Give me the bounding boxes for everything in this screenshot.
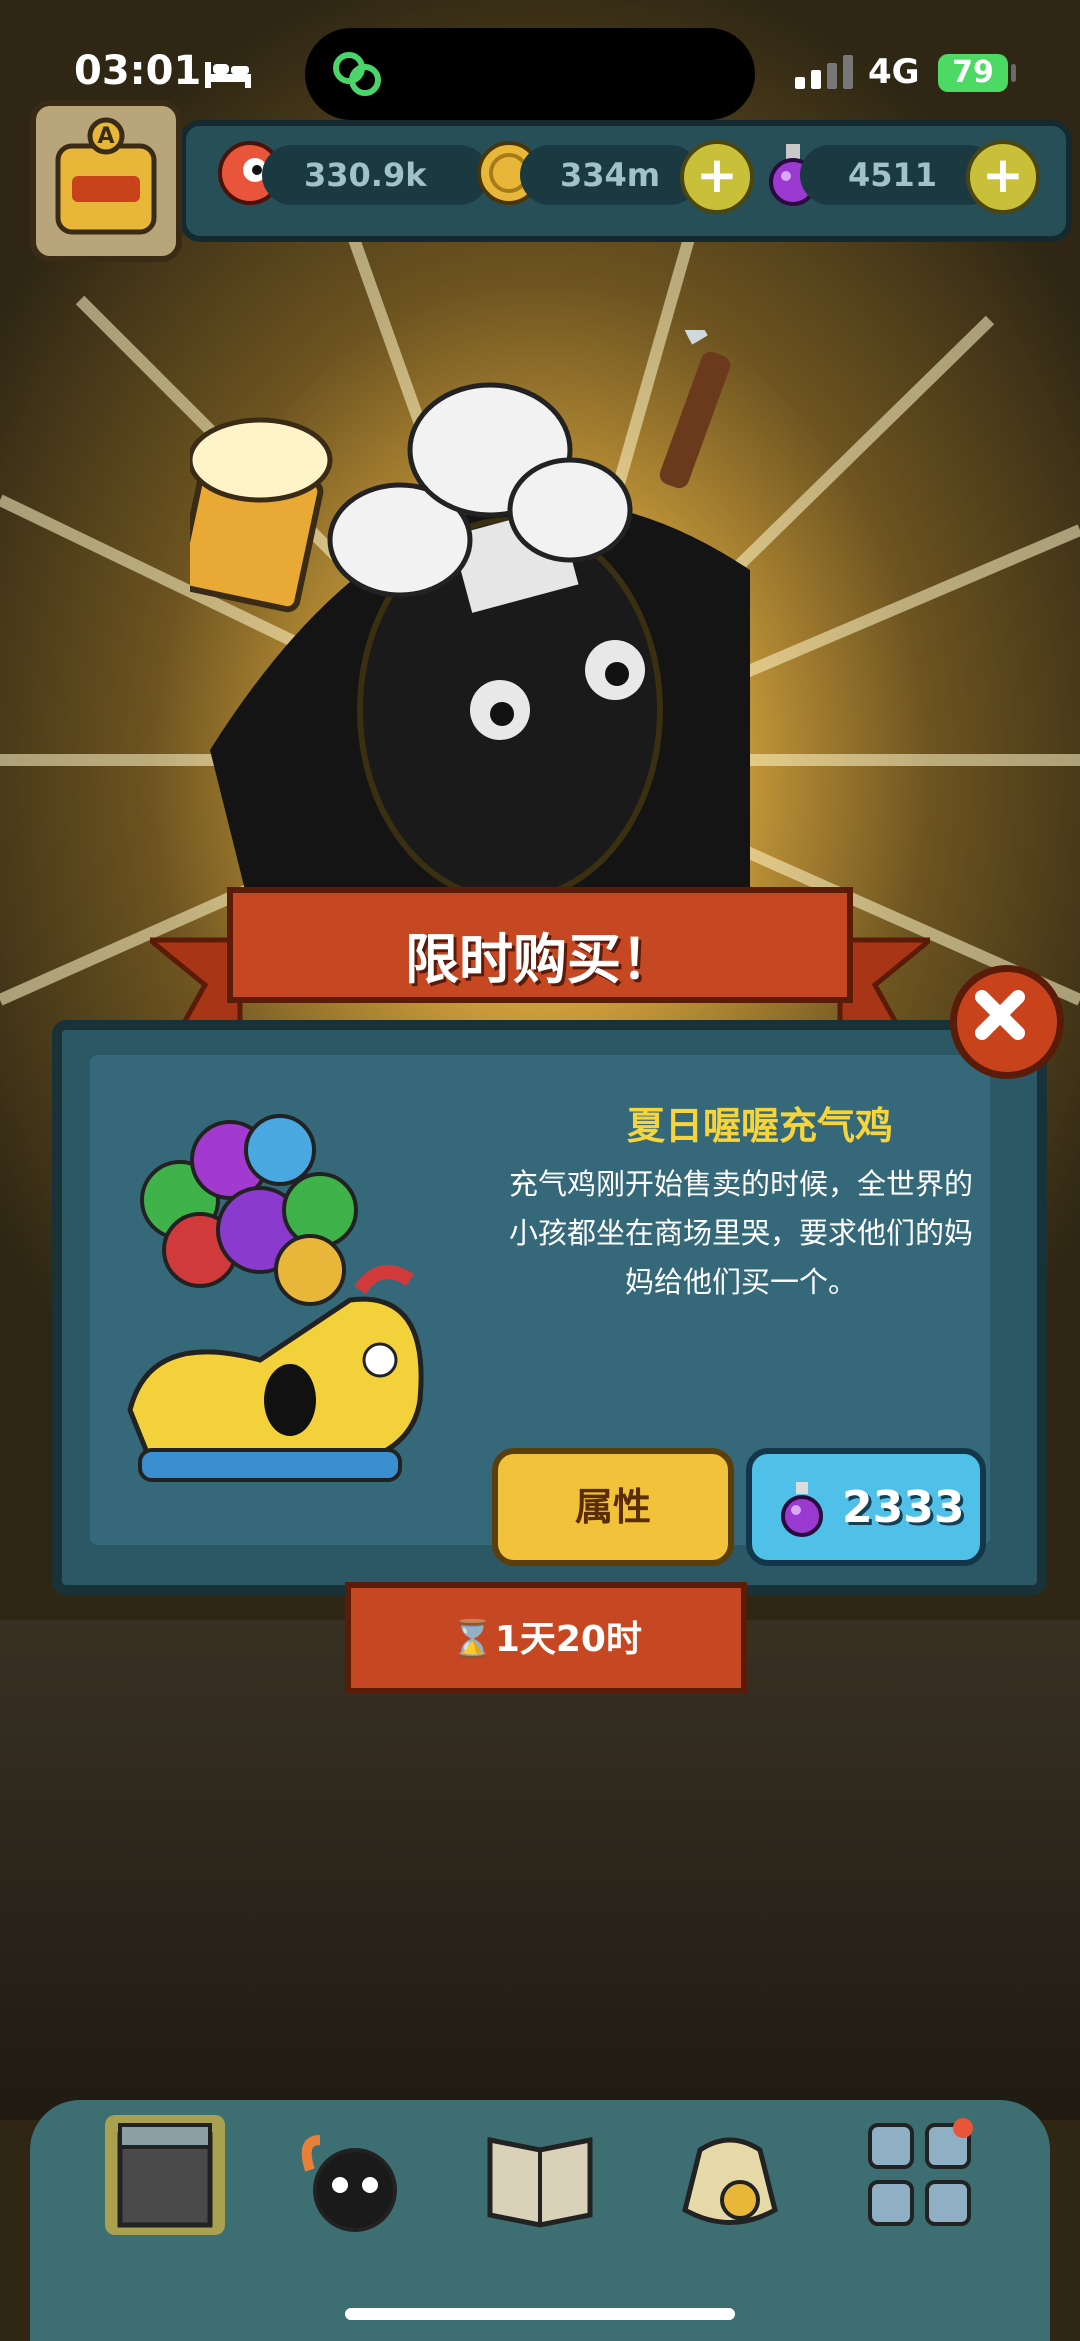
attributes-button[interactable]: 属性 <box>492 1448 734 1566</box>
add-coins-button[interactable]: + <box>680 140 754 214</box>
grid-nav-icon[interactable] <box>855 2110 985 2240</box>
offer-banner-title: 限时购买！ <box>405 928 675 991</box>
inflatable-chicken-item-image <box>127 1114 424 1482</box>
bag-nav-icon[interactable] <box>665 2110 795 2240</box>
shop-nav-icon[interactable] <box>100 2110 230 2240</box>
battery-tip <box>1011 64 1016 82</box>
item-description: 充气鸡刚开始售卖的时候，全世界的 小孩都坐在商场里哭，要求他们的妈 妈给他们买一… <box>498 1160 984 1307</box>
player-avatar[interactable]: A <box>30 100 182 262</box>
app-link-icon <box>333 52 381 96</box>
home-indicator[interactable] <box>345 2308 735 2320</box>
dynamic-island <box>305 28 755 120</box>
potion-icon <box>781 1482 823 1537</box>
offer-timer: ⌛1天20时 <box>345 1582 747 1694</box>
eyes-counter: 330.9k <box>262 145 489 205</box>
description-line: 充气鸡刚开始售卖的时候，全世界的 <box>508 1167 973 1201</box>
signal-icon <box>795 55 853 89</box>
buy-button[interactable]: 2333 <box>746 1448 986 1566</box>
coins-counter: 334m <box>520 145 700 205</box>
book-nav-icon[interactable] <box>475 2110 605 2240</box>
svg-text:A: A <box>97 124 114 149</box>
add-potions-button[interactable]: + <box>966 140 1040 214</box>
clock: 03:01 <box>74 48 202 94</box>
description-line: 妈给他们买一个。 <box>624 1265 857 1299</box>
hourglass-icon: ⌛ <box>450 1619 495 1660</box>
avatar-monster-icon: A <box>55 117 157 235</box>
timer-label: 1天20时 <box>494 1619 642 1660</box>
description-line: 小孩都坐在商场里哭，要求他们的妈 <box>508 1216 973 1250</box>
network-type: 4G <box>868 52 920 92</box>
monster-nav-icon[interactable] <box>290 2110 420 2240</box>
item-name: 夏日喔喔充气鸡 <box>626 1104 893 1148</box>
battery-indicator: 79 <box>938 54 1008 92</box>
kitchen-scene <box>0 1620 1080 2120</box>
price-label: 2333 <box>842 1482 965 1533</box>
timer-row: ⌛1天20时 <box>351 1610 741 1662</box>
bed-icon <box>205 62 251 88</box>
close-button[interactable] <box>950 965 1064 1079</box>
close-icon <box>975 990 1025 1040</box>
chef-monster-character <box>190 330 750 910</box>
